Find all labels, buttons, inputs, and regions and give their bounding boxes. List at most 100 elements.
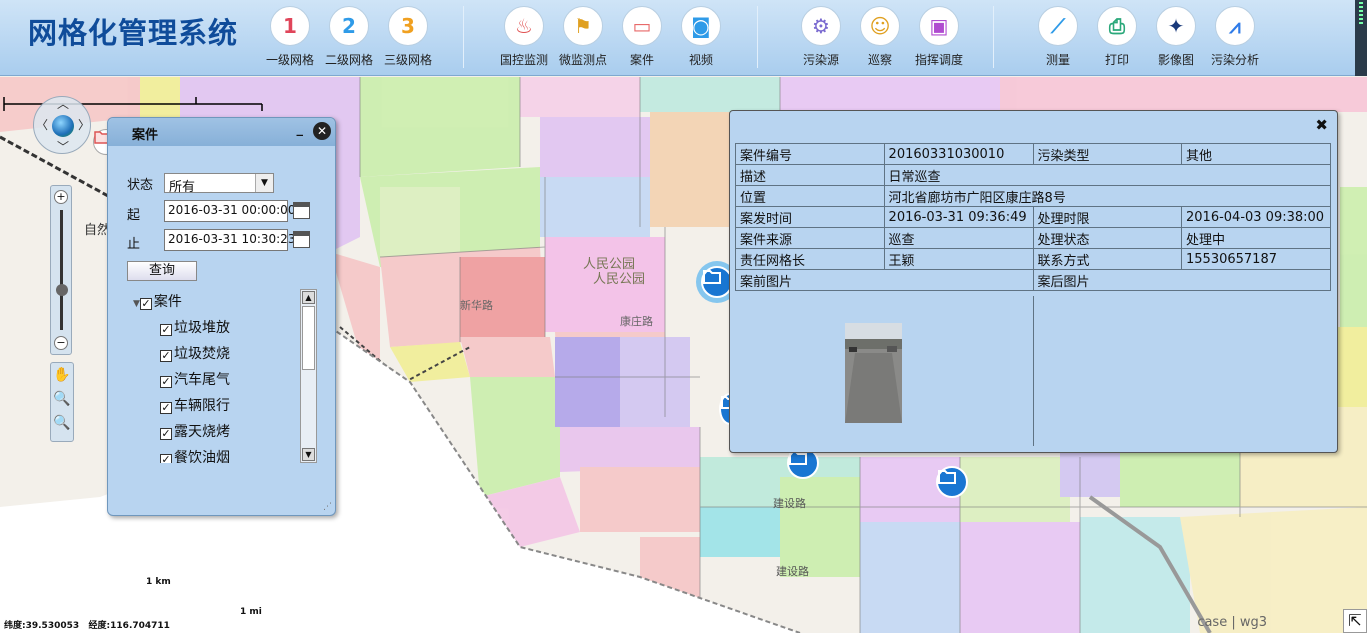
tool-print-button[interactable]: ⎙ 打印 <box>1089 6 1145 68</box>
checkbox-checked-icon[interactable]: ✓ <box>160 350 172 362</box>
photo-divider <box>1033 296 1034 446</box>
tool-analysis-button[interactable]: ⩘ 污染分析 <box>1207 6 1263 68</box>
app-title: 网格化管理系统 <box>28 16 239 50</box>
map-label-park-2: 人民公园 <box>593 272 646 287</box>
tool-national-button[interactable]: ♨ 国控监测 <box>496 6 552 68</box>
scale-km-label: 1 km <box>146 577 171 587</box>
table-row: 责任网格长 王颖 联系方式 15530657187 <box>735 248 1331 270</box>
minimize-icon[interactable]: _ <box>297 122 304 137</box>
tool-pollution-button[interactable]: ⚙ 污染源 <box>793 6 849 68</box>
tree-root[interactable]: ▼✓ 案件 <box>133 291 182 311</box>
pan-left-icon[interactable]: 〈 <box>36 119 48 131</box>
tool-measure-button[interactable]: ⟋ 测量 <box>1030 6 1086 68</box>
tree-expand-icon[interactable]: ▼ <box>133 299 140 309</box>
satellite-icon: ✦ <box>1156 6 1196 46</box>
panel-header[interactable]: 案件 _ ✕ <box>108 118 335 146</box>
end-datetime-input[interactable]: 2016-03-31 10:30:23 <box>164 229 295 251</box>
tool-grid2-button[interactable]: 2 二级网格 <box>321 6 377 68</box>
close-icon[interactable]: ✕ <box>313 122 331 140</box>
table-row: 案前图片 案后图片 <box>735 269 1332 291</box>
before-photo-thumbnail[interactable] <box>845 323 902 423</box>
desc-value: 日常巡查 <box>883 164 1332 186</box>
location-label: 位置 <box>735 185 885 207</box>
zoom-track[interactable] <box>60 210 63 330</box>
tree-scrollbar[interactable]: ▲ ▼ <box>300 289 317 463</box>
printer-icon: ⎙ <box>1097 6 1137 46</box>
tree-item[interactable]: ✓ 垃圾堆放 <box>160 317 230 337</box>
start-datetime-input[interactable]: 2016-03-31 00:00:00 <box>164 200 295 222</box>
toolbar-grip[interactable] <box>1355 0 1367 76</box>
tree-item-label: 垃圾焚烧 <box>174 346 230 362</box>
checkbox-checked-icon[interactable]: ✓ <box>160 402 172 414</box>
tool-dispatch-button[interactable]: ▣ 指挥调度 <box>911 6 967 68</box>
video-camera-icon: ◙ <box>681 6 721 46</box>
zoom-knob[interactable] <box>56 284 68 296</box>
tool-imagery-button[interactable]: ✦ 影像图 <box>1148 6 1204 68</box>
zoom-in-magnifier-icon[interactable]: 🔍 <box>53 391 71 409</box>
scroll-up-icon[interactable]: ▲ <box>302 291 315 304</box>
tool-grid1-button[interactable]: 1 一级网格 <box>262 6 318 68</box>
close-icon[interactable]: ✖ <box>1315 116 1328 134</box>
lat-value: 39.530053 <box>25 621 80 631</box>
table-row: 描述 日常巡查 <box>735 164 1332 186</box>
tree-item[interactable]: ✓ 车辆限行 <box>160 395 230 415</box>
pan-up-icon[interactable]: ︿ <box>57 98 69 110</box>
tool-micro-button[interactable]: ⚑ 微监测点 <box>555 6 611 68</box>
before-photo-label: 案前图片 <box>735 269 1034 291</box>
tool-case-button[interactable]: ▭ 案件 <box>614 6 670 68</box>
phone-label: 联系方式 <box>1032 248 1183 270</box>
hand-pan-icon[interactable]: ✋ <box>53 367 71 385</box>
checkbox-checked-icon[interactable]: ✓ <box>160 454 172 463</box>
state-label: 处理状态 <box>1032 227 1183 249</box>
zoom-out-magnifier-icon[interactable]: 🔍 <box>53 415 71 433</box>
table-row: 案发时间 2016-03-31 09:36:49 处理时限 2016-04-03… <box>735 206 1331 228</box>
type-value: 其他 <box>1181 143 1331 165</box>
tree-item[interactable]: ✓ 餐饮油烟 <box>160 447 230 463</box>
phone-value: 15530657187 <box>1181 248 1331 270</box>
checkbox-checked-icon[interactable]: ✓ <box>160 428 172 440</box>
chevron-down-icon[interactable]: ▼ <box>255 174 273 192</box>
micro-monitor-icon: ⚑ <box>563 6 603 46</box>
case-filter-panel: 案件 _ ✕ 状态 所有 ▼ 起 2016-03-31 00:00:00 止 2… <box>107 117 336 516</box>
location-value: 河北省廊坊市广阳区康庄路8号 <box>883 185 1332 207</box>
tool-grid3-button[interactable]: 3 三级网格 <box>380 6 436 68</box>
query-button[interactable]: 查询 <box>127 261 197 281</box>
tree-item[interactable]: ✓ 露天烧烤 <box>160 421 230 441</box>
pan-control[interactable]: ︿ 〈 〉 ﹀ <box>33 96 91 154</box>
map-label-street: 建设路 <box>773 497 806 510</box>
status-label: 状态 <box>127 178 154 193</box>
time-value: 2016-03-31 09:36:49 <box>883 206 1034 228</box>
checkbox-checked-icon[interactable]: ✓ <box>160 324 172 336</box>
grid-level1-icon: 1 <box>270 6 310 46</box>
tree-item-label: 汽车尾气 <box>174 372 230 388</box>
desc-label: 描述 <box>735 164 885 186</box>
checkbox-checked-icon[interactable]: ✓ <box>160 376 172 388</box>
zoom-in-icon[interactable]: + <box>54 190 68 204</box>
lon-label: 经度: <box>88 621 111 631</box>
scroll-thumb[interactable] <box>302 306 315 370</box>
case-marker[interactable] <box>936 466 968 498</box>
tool-label: 污染分析 <box>1210 53 1259 67</box>
globe-icon[interactable] <box>52 115 74 137</box>
time-label: 案发时间 <box>735 206 885 228</box>
calendar-icon[interactable] <box>293 202 310 219</box>
tree-item-label: 垃圾堆放 <box>174 320 230 336</box>
resize-grip-icon[interactable]: ⋰ <box>323 502 332 512</box>
zoom-out-icon[interactable]: − <box>54 336 68 350</box>
expand-corner-icon[interactable]: ⇱ <box>1343 609 1367 633</box>
status-value: 所有 <box>169 180 196 195</box>
scroll-down-icon[interactable]: ▼ <box>302 448 315 461</box>
tool-patrol-button[interactable]: ☺ 巡察 <box>852 6 908 68</box>
checkbox-checked-icon[interactable]: ✓ <box>139 298 152 310</box>
tree-item[interactable]: ✓ 垃圾焚烧 <box>160 343 230 363</box>
table-row: 位置 河北省廊坊市广阳区康庄路8号 <box>735 185 1332 207</box>
zoom-slider[interactable]: + − <box>50 185 72 355</box>
calendar-icon[interactable] <box>293 231 310 248</box>
tool-label: 案件 <box>629 53 654 67</box>
pan-right-icon[interactable]: 〉 <box>78 119 90 131</box>
pan-down-icon[interactable]: ﹀ <box>57 141 69 153</box>
status-select[interactable]: 所有 ▼ <box>164 173 274 195</box>
tree-item[interactable]: ✓ 汽车尾气 <box>160 369 230 389</box>
tool-video-button[interactable]: ◙ 视频 <box>673 6 729 68</box>
case-no-label: 案件编号 <box>735 143 885 165</box>
